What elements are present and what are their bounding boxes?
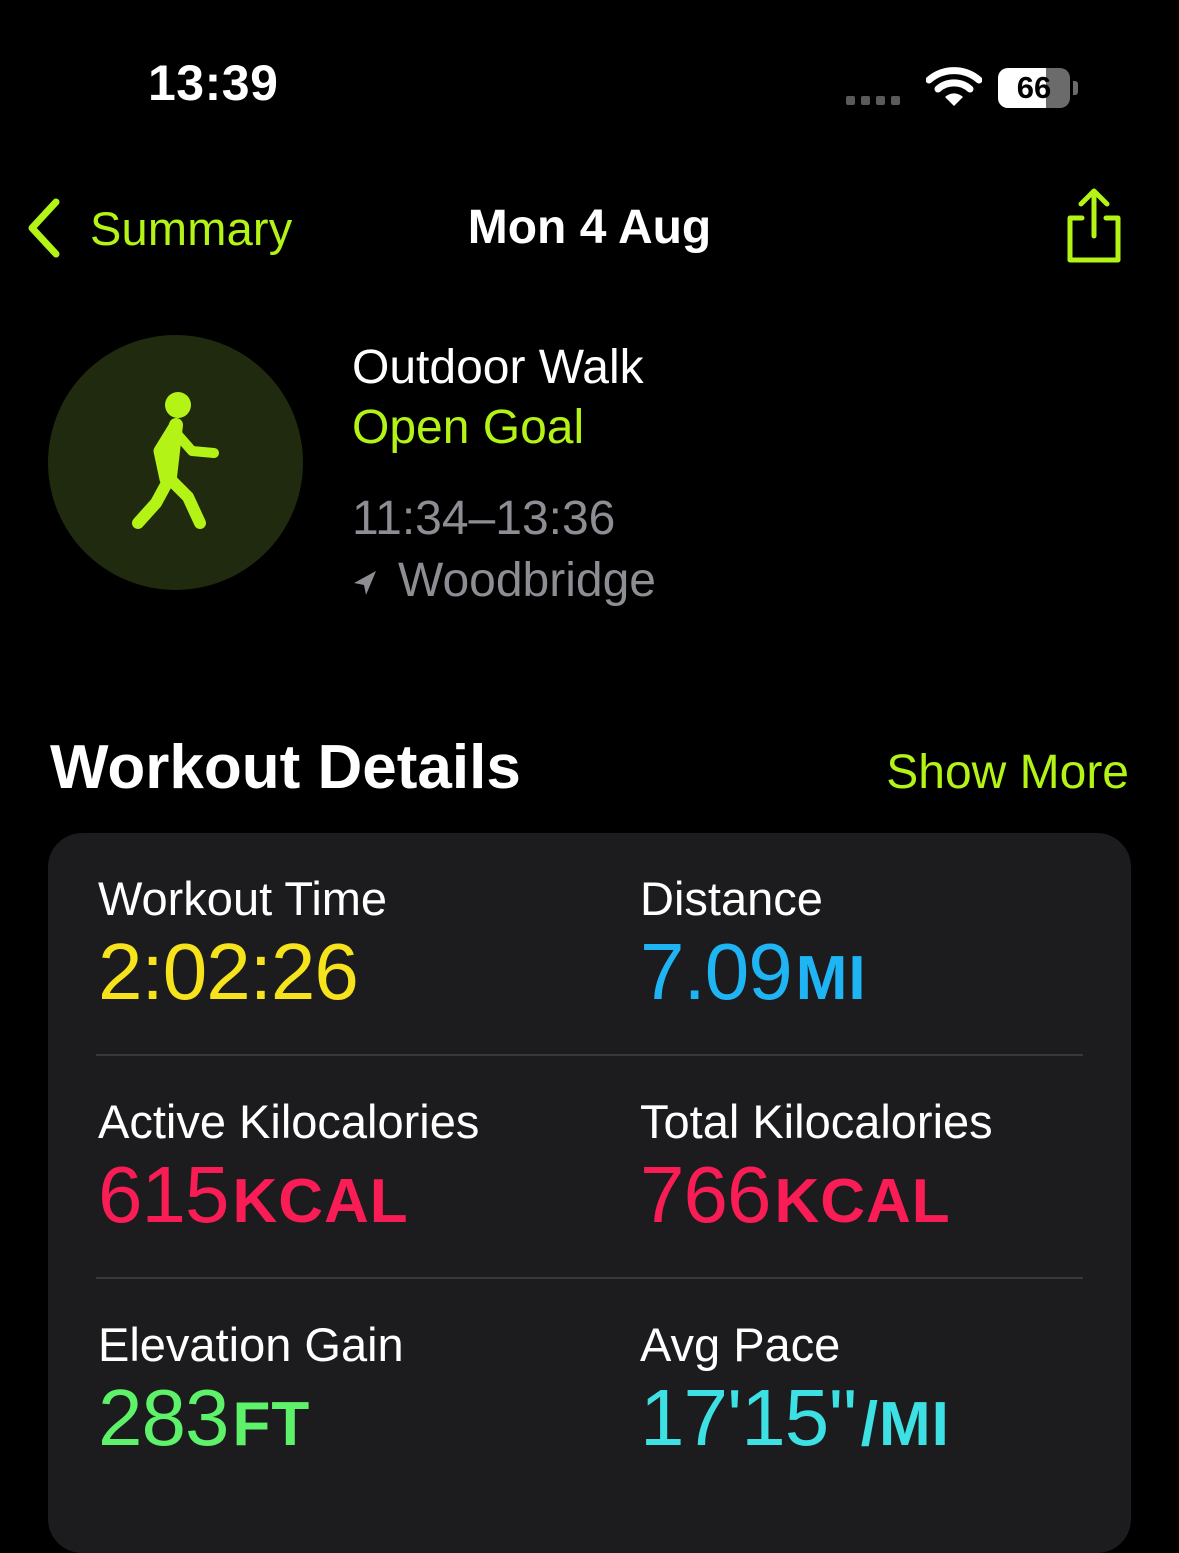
- page-title: Mon 4 Aug: [467, 201, 712, 254]
- metric-elevation-gain: Elevation Gain 283FT: [98, 1317, 404, 1470]
- workout-location: Woodbridge: [352, 553, 656, 609]
- metric-avg-pace: Avg Pace 17'15''/MI: [640, 1317, 950, 1470]
- figure-walk-icon: [132, 392, 219, 529]
- status-time: 13:39: [148, 55, 279, 111]
- workout-type: Outdoor Walk: [352, 341, 644, 394]
- metric-value: 283FT: [98, 1373, 311, 1462]
- metric-value: 615KCAL: [98, 1150, 409, 1239]
- metric-value: 17'15''/MI: [640, 1373, 950, 1462]
- battery-icon: 66: [998, 68, 1078, 108]
- metric-value: 766KCAL: [640, 1150, 951, 1239]
- workout-location-label: Woodbridge: [398, 554, 656, 607]
- workout-goal: Open Goal: [352, 401, 585, 454]
- metric-value: 2:02:26: [98, 927, 359, 1016]
- metric-label: Workout Time: [98, 872, 388, 925]
- divider: [96, 1277, 1083, 1279]
- section-title: Workout Details: [50, 733, 521, 802]
- metric-label: Total Kilocalories: [640, 1095, 993, 1148]
- location-arrow-icon: [354, 571, 376, 595]
- metric-label: Distance: [640, 872, 823, 925]
- workout-time-range: 11:34–13:36: [352, 492, 616, 545]
- share-icon[interactable]: [1062, 186, 1126, 266]
- metric-active-kilocalories: Active Kilocalories 615KCAL: [98, 1094, 479, 1247]
- show-more-button[interactable]: Show More: [886, 745, 1129, 801]
- activity-badge: [48, 335, 303, 590]
- battery-percent: 66: [1016, 70, 1052, 105]
- metric-value: 7.09MI: [640, 927, 867, 1016]
- metric-distance: Distance 7.09MI: [640, 871, 867, 1024]
- metric-label: Elevation Gain: [98, 1318, 404, 1371]
- metric-total-kilocalories: Total Kilocalories 766KCAL: [640, 1094, 993, 1247]
- metric-label: Active Kilocalories: [98, 1095, 480, 1148]
- cellular-signal-icon: [846, 96, 900, 105]
- workout-details-card: Workout Time 2:02:26 Distance 7.09MI Act…: [48, 833, 1131, 1553]
- metric-workout-time: Workout Time 2:02:26: [98, 871, 387, 1024]
- divider: [96, 1054, 1083, 1056]
- metric-label: Avg Pace: [640, 1318, 841, 1371]
- wifi-icon: [926, 67, 982, 106]
